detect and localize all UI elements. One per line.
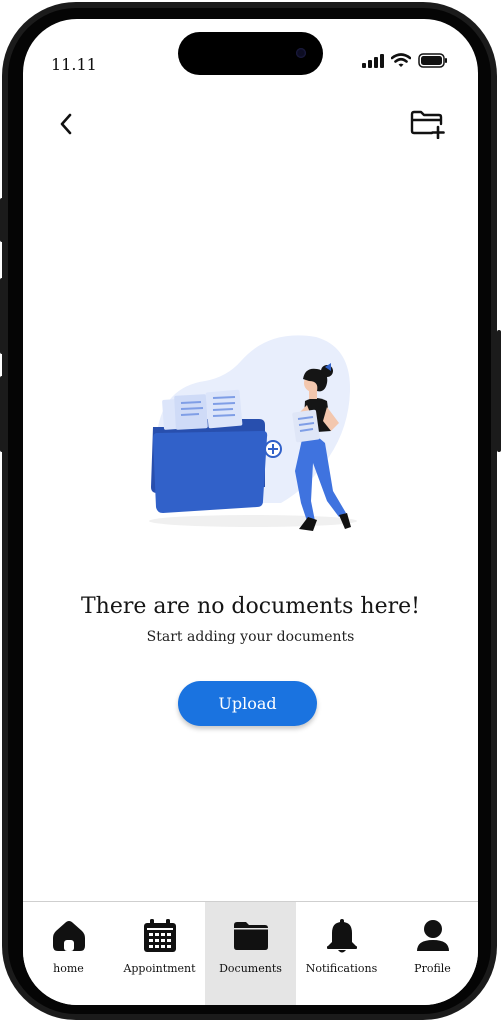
dynamic-island <box>178 32 323 75</box>
nav-item-profile[interactable]: Profile <box>387 902 478 1005</box>
calendar-icon <box>142 918 178 954</box>
nav-label-notifications: Notifications <box>305 962 378 975</box>
nav-label-profile: Profile <box>414 962 451 975</box>
nav-item-home[interactable]: home <box>23 902 114 1005</box>
empty-state-title: There are no documents here! <box>80 594 420 619</box>
new-folder-button[interactable] <box>408 107 448 141</box>
empty-state-subtitle: Start adding your documents <box>146 629 355 645</box>
profile-icon <box>415 918 451 954</box>
status-time: 11.11 <box>51 55 97 74</box>
nav-label-documents: Documents <box>219 962 282 975</box>
nav-label-home: home <box>53 962 84 975</box>
wifi-icon <box>390 53 412 72</box>
bell-icon <box>324 918 360 954</box>
folder-icon <box>233 918 269 954</box>
status-icons <box>362 53 448 72</box>
chevron-left-icon <box>60 113 72 135</box>
phone-screen: 11.11 There are no documents here! Start… <box>23 19 478 1005</box>
nav-item-documents[interactable]: Documents <box>205 902 296 1005</box>
power-button <box>497 330 501 452</box>
upload-button[interactable]: Upload <box>178 681 317 726</box>
empty-documents-illustration <box>141 331 366 531</box>
back-button[interactable] <box>51 109 81 139</box>
battery-icon <box>418 53 448 72</box>
nav-item-appointment[interactable]: Appointment <box>114 902 205 1005</box>
nav-item-notifications[interactable]: Notifications <box>296 902 387 1005</box>
front-camera <box>296 48 306 58</box>
home-icon <box>51 918 87 954</box>
new-folder-icon <box>410 110 445 139</box>
signal-icon <box>362 53 384 72</box>
bottom-navigation: home Appointment Documents Notifications… <box>23 901 478 1005</box>
nav-label-appointment: Appointment <box>123 962 196 975</box>
